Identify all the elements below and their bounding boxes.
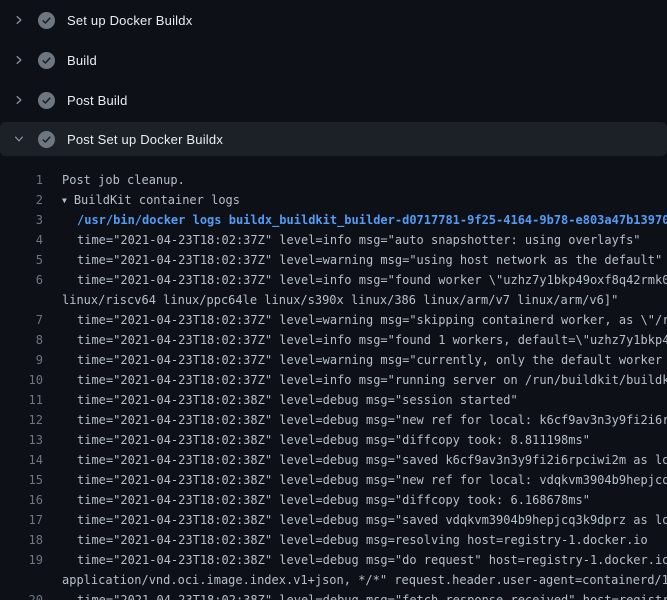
- log-group-toggle[interactable]: ▼ BuildKit container logs: [62, 190, 240, 210]
- log-line: 16 time="2021-04-23T18:02:38Z" level=deb…: [0, 490, 667, 510]
- log-line-text: time="2021-04-23T18:02:38Z" level=debug …: [77, 450, 667, 470]
- check-circle-icon: [38, 52, 55, 69]
- log-line-number: [0, 570, 43, 590]
- log-line-text: time="2021-04-23T18:02:38Z" level=debug …: [77, 530, 648, 550]
- log-line: 15 time="2021-04-23T18:02:38Z" level=deb…: [0, 470, 667, 490]
- log-line: 12 time="2021-04-23T18:02:38Z" level=deb…: [0, 410, 667, 430]
- log-line: 10 time="2021-04-23T18:02:37Z" level=inf…: [0, 370, 667, 390]
- log-line-number[interactable]: 14: [0, 450, 43, 470]
- step-label: Post Set up Docker Buildx: [67, 132, 223, 147]
- log-line-number[interactable]: 13: [0, 430, 43, 450]
- step-label: Build: [67, 53, 97, 68]
- log-line-text: time="2021-04-23T18:02:38Z" level=debug …: [77, 390, 518, 410]
- log-line-text: /usr/bin/docker logs buildx_buildkit_bui…: [77, 210, 667, 230]
- step-label: Post Build: [67, 93, 128, 108]
- log-line: 3 /usr/bin/docker logs buildx_buildkit_b…: [0, 210, 667, 230]
- step-row[interactable]: Post Set up Docker Buildx: [0, 122, 667, 156]
- log-line-text: time="2021-04-23T18:02:37Z" level=info m…: [77, 330, 667, 350]
- log-line-number[interactable]: 7: [0, 310, 43, 330]
- log-line-number[interactable]: 2: [0, 190, 43, 210]
- log-line-text: time="2021-04-23T18:02:38Z" level=debug …: [77, 470, 667, 490]
- log-line-text: time="2021-04-23T18:02:38Z" level=debug …: [77, 550, 667, 570]
- check-circle-icon: [38, 12, 55, 29]
- log-line-number[interactable]: 5: [0, 250, 43, 270]
- log-line-number[interactable]: 16: [0, 490, 43, 510]
- log-line-number[interactable]: 15: [0, 470, 43, 490]
- log-line: linux/riscv64 linux/ppc64le linux/s390x …: [0, 290, 667, 310]
- log-line-number[interactable]: 4: [0, 230, 43, 250]
- log-line-number[interactable]: 19: [0, 550, 43, 570]
- log-line-text: time="2021-04-23T18:02:37Z" level=warnin…: [77, 250, 662, 270]
- log-console: 1 Post job cleanup. 2 ▼ BuildKit containe…: [0, 170, 667, 600]
- actions-log-viewer: Set up Docker Buildx Build Post Build: [0, 0, 667, 600]
- log-line-number[interactable]: 6: [0, 270, 43, 290]
- log-line: 18 time="2021-04-23T18:02:38Z" level=deb…: [0, 530, 667, 550]
- log-line-text: time="2021-04-23T18:02:38Z" level=debug …: [77, 590, 667, 600]
- log-line-number[interactable]: 1: [0, 170, 43, 190]
- log-line-text: Post job cleanup.: [62, 170, 185, 190]
- step-label: Set up Docker Buildx: [67, 13, 192, 28]
- log-line: 19 time="2021-04-23T18:02:38Z" level=deb…: [0, 550, 667, 570]
- log-line-number[interactable]: 18: [0, 530, 43, 550]
- step-row[interactable]: Set up Docker Buildx: [0, 0, 667, 40]
- log-line-number: [0, 290, 43, 310]
- log-line: 11 time="2021-04-23T18:02:38Z" level=deb…: [0, 390, 667, 410]
- log-line-text: time="2021-04-23T18:02:37Z" level=info m…: [77, 230, 641, 250]
- log-line: 20 time="2021-04-23T18:02:38Z" level=deb…: [0, 590, 667, 600]
- step-row[interactable]: Post Build: [0, 80, 667, 120]
- log-line: 5 time="2021-04-23T18:02:37Z" level=warn…: [0, 250, 667, 270]
- check-circle-icon: [38, 92, 55, 109]
- chevron-right-icon[interactable]: [13, 54, 25, 66]
- log-line-text: time="2021-04-23T18:02:37Z" level=info m…: [77, 270, 667, 290]
- log-line: 4 time="2021-04-23T18:02:37Z" level=info…: [0, 230, 667, 250]
- chevron-down-icon[interactable]: [13, 133, 25, 145]
- log-line-text[interactable]: BuildKit container logs: [74, 193, 240, 207]
- log-line: 9 time="2021-04-23T18:02:37Z" level=warn…: [0, 350, 667, 370]
- log-line: application/vnd.oci.image.index.v1+json,…: [0, 570, 667, 590]
- log-line-number[interactable]: 20: [0, 590, 43, 600]
- log-line-number[interactable]: 11: [0, 390, 43, 410]
- log-line-number[interactable]: 10: [0, 370, 43, 390]
- log-line: 6 time="2021-04-23T18:02:37Z" level=info…: [0, 270, 667, 290]
- log-line: 13 time="2021-04-23T18:02:38Z" level=deb…: [0, 430, 667, 450]
- log-line-text: linux/riscv64 linux/ppc64le linux/s390x …: [62, 290, 618, 310]
- log-line-text: time="2021-04-23T18:02:38Z" level=debug …: [77, 510, 667, 530]
- chevron-right-icon[interactable]: [13, 14, 25, 26]
- log-line-text: time="2021-04-23T18:02:37Z" level=warnin…: [77, 310, 667, 330]
- log-line: 14 time="2021-04-23T18:02:38Z" level=deb…: [0, 450, 667, 470]
- log-line: 8 time="2021-04-23T18:02:37Z" level=info…: [0, 330, 667, 350]
- log-line: 1 Post job cleanup.: [0, 170, 667, 190]
- log-line-number[interactable]: 3: [0, 210, 43, 230]
- chevron-right-icon[interactable]: [13, 94, 25, 106]
- check-circle-icon: [38, 131, 55, 148]
- log-line-text: time="2021-04-23T18:02:38Z" level=debug …: [77, 490, 590, 510]
- log-line-number[interactable]: 17: [0, 510, 43, 530]
- step-list: Set up Docker Buildx Build Post Build: [0, 0, 667, 156]
- log-line: 17 time="2021-04-23T18:02:38Z" level=deb…: [0, 510, 667, 530]
- triangle-down-icon[interactable]: ▼: [62, 191, 67, 210]
- log-line: 2 ▼ BuildKit container logs: [0, 190, 667, 210]
- log-line-text: time="2021-04-23T18:02:38Z" level=debug …: [77, 410, 667, 430]
- log-line-number[interactable]: 9: [0, 350, 43, 370]
- log-line-text: time="2021-04-23T18:02:38Z" level=debug …: [77, 430, 590, 450]
- log-line-number[interactable]: 12: [0, 410, 43, 430]
- log-line-text: application/vnd.oci.image.index.v1+json,…: [62, 570, 667, 590]
- log-line-number[interactable]: 8: [0, 330, 43, 350]
- log-line: 7 time="2021-04-23T18:02:37Z" level=warn…: [0, 310, 667, 330]
- log-line-text: time="2021-04-23T18:02:37Z" level=info m…: [77, 370, 667, 390]
- step-row[interactable]: Build: [0, 40, 667, 80]
- log-line-text: time="2021-04-23T18:02:37Z" level=warnin…: [77, 350, 667, 370]
